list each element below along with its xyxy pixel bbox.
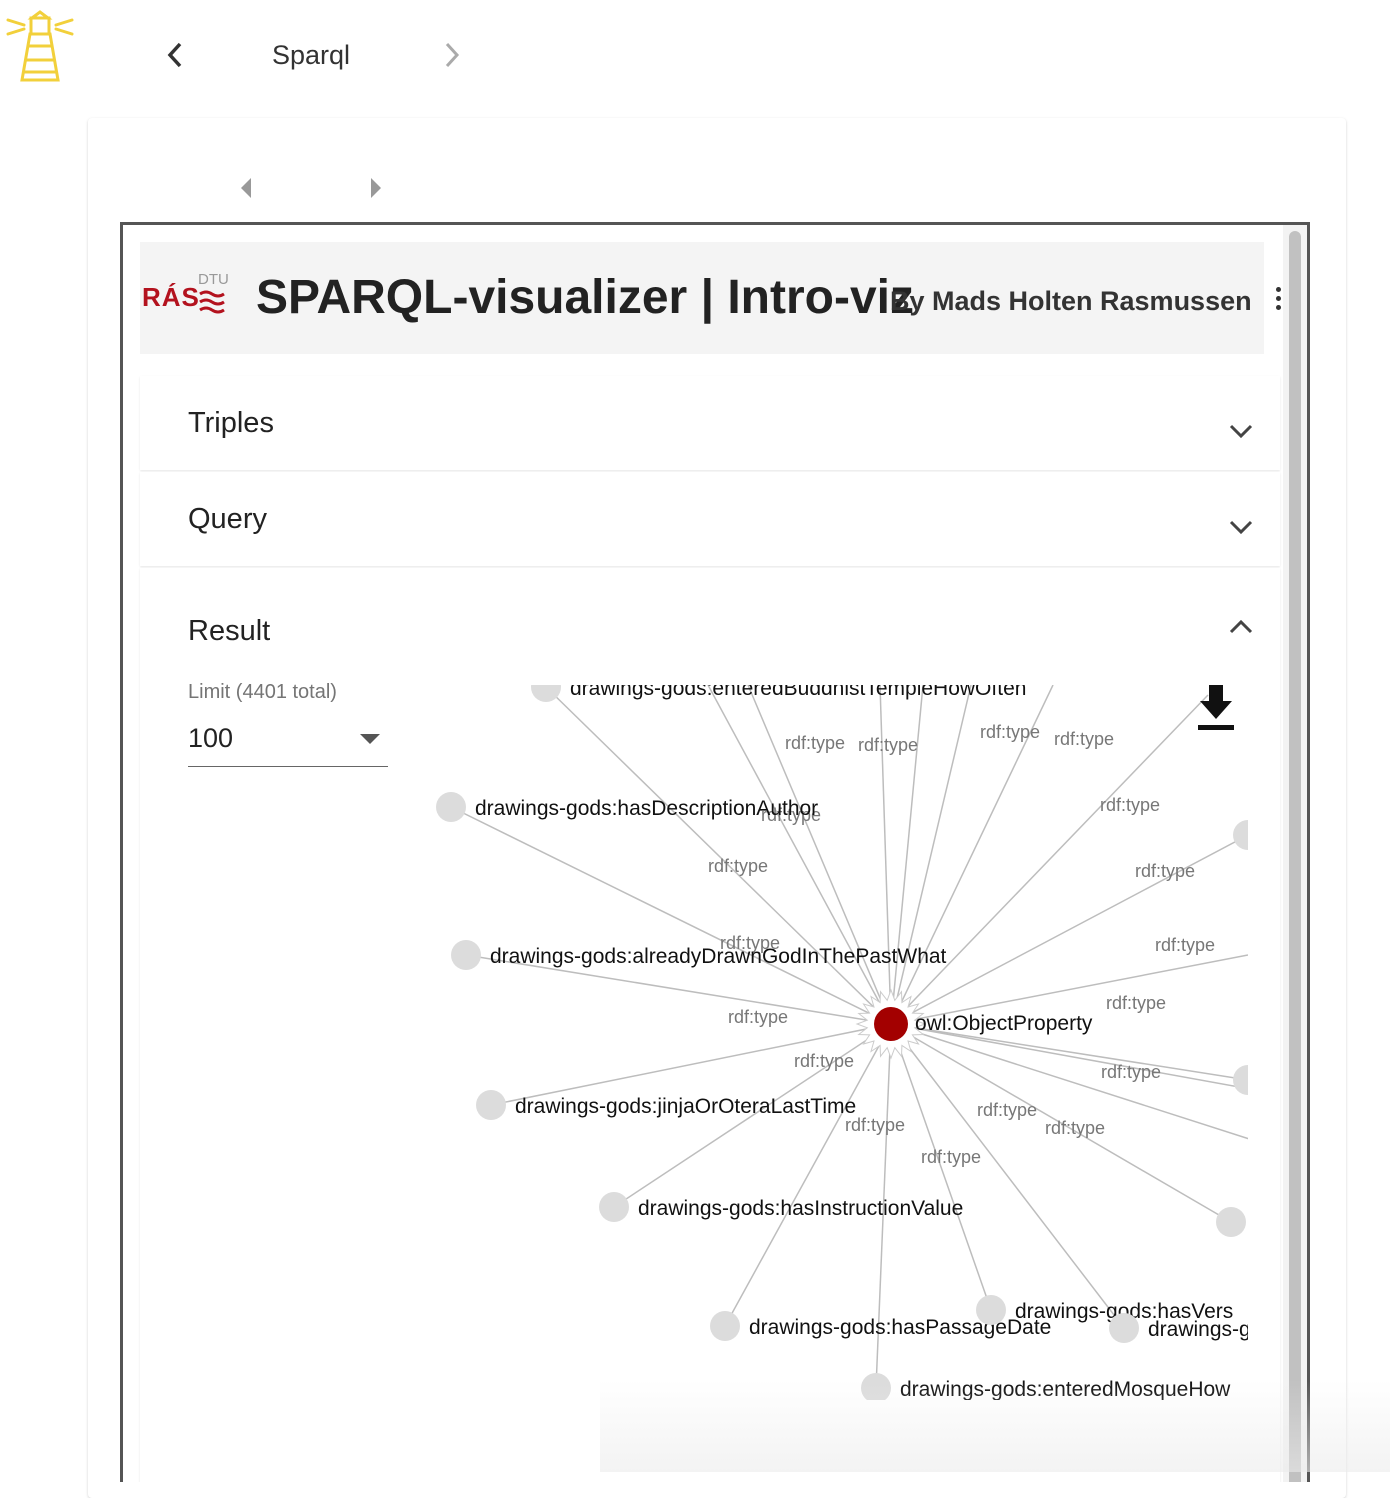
chevron-right-icon <box>445 42 460 68</box>
graph-node-label: drawings-g <box>1148 1318 1248 1341</box>
edge-label: rdf:type <box>921 1147 981 1167</box>
app-title: SPARQL-visualizer | Intro-viz <box>256 271 914 324</box>
page-title: Sparql <box>272 40 351 70</box>
center-node-label: owl:ObjectProperty <box>915 1012 1093 1035</box>
graph-edge <box>890 1023 992 1311</box>
graph-node[interactable] <box>710 1311 740 1341</box>
graph-node-label: drawings-gods:hasPassageDate <box>749 1316 1051 1339</box>
edge-label: rdf:type <box>728 1007 788 1027</box>
carousel-prev-button[interactable] <box>236 175 256 201</box>
app-header: RÁS DTU SPARQL-visualizer | Intro-viz By… <box>140 242 1264 354</box>
graph-edge <box>890 694 1209 1025</box>
edge-label: rdf:type <box>1101 1062 1161 1082</box>
graph-node[interactable] <box>976 1295 1006 1325</box>
panel-title-triples: Triples <box>188 407 274 439</box>
scrollbar[interactable] <box>1283 225 1307 1482</box>
edge-label: rdf:type <box>794 1051 854 1071</box>
graph-canvas[interactable]: rdf:type rdf:type rdf:type rdf:type rdf:type… <box>418 685 1248 1400</box>
edge-label: rdf:type <box>1106 993 1166 1013</box>
graph-node[interactable] <box>1216 1207 1246 1237</box>
edge-label: rdf:type <box>858 735 918 755</box>
ras-logo: RÁS <box>142 282 200 312</box>
graph-edge <box>890 1023 1125 1329</box>
limit-label: Limit (4401 total) <box>188 681 337 703</box>
center-node[interactable] <box>874 1007 908 1041</box>
chevron-up-icon[interactable] <box>1226 612 1256 642</box>
edge-label: rdf:type <box>1155 935 1215 955</box>
graph-node[interactable] <box>1233 820 1248 850</box>
limit-value: 100 <box>188 723 234 753</box>
limit-select[interactable]: 100 <box>188 718 388 767</box>
top-navigation-bar: Sparql <box>0 0 1390 110</box>
back-button[interactable] <box>158 38 192 72</box>
bottom-shadow <box>600 1380 1390 1472</box>
more-menu-button[interactable] <box>1273 283 1283 323</box>
result-graph[interactable]: rdf:type rdf:type rdf:type rdf:type rdf:type… <box>418 685 1248 1400</box>
caret-left-icon <box>241 178 251 198</box>
lighthouse-logo-icon <box>4 10 76 84</box>
edge-label: rdf:type <box>1045 1118 1105 1138</box>
panel-triples[interactable]: Triples <box>140 376 1280 470</box>
chevron-left-icon <box>167 42 182 68</box>
edge-label: rdf:type <box>1054 729 1114 749</box>
graph-node[interactable] <box>451 940 481 970</box>
dtu-mark-icon <box>199 290 225 314</box>
embedded-app-frame: RÁS DTU SPARQL-visualizer | Intro-viz By… <box>120 222 1310 1482</box>
more-vert-icon <box>1275 287 1281 292</box>
edge-label: rdf:type <box>1100 795 1160 815</box>
edge-label: rdf:type <box>708 856 768 876</box>
panel-query[interactable]: Query <box>140 472 1280 566</box>
edge-label: rdf:type <box>1135 861 1195 881</box>
carousel-next-button[interactable] <box>366 175 386 201</box>
dropdown-caret-icon <box>360 734 380 744</box>
caret-right-icon <box>371 178 381 198</box>
graph-node-label: drawings-gods:enteredBuddhistTempleHowOf… <box>570 685 1026 700</box>
app-author: By Mads Holten Rasmussen <box>890 286 1252 316</box>
chevron-down-icon[interactable] <box>1226 512 1256 542</box>
graph-node[interactable] <box>1109 1313 1139 1343</box>
graph-node[interactable] <box>599 1192 629 1222</box>
edge-label: rdf:type <box>977 1100 1037 1120</box>
download-icon <box>1198 685 1234 730</box>
graph-node[interactable] <box>531 685 561 702</box>
panel-result: Result Limit (4401 total) 100 rdf:type rd… <box>140 568 1280 1482</box>
edge-label: rdf:type <box>845 1115 905 1135</box>
panel-title-query: Query <box>188 503 267 535</box>
edge-label: rdf:type <box>785 733 845 753</box>
graph-node-label: drawings-gods:jinjaOrOteraLastTime <box>515 1095 856 1118</box>
graph-node-label: drawings-gods:hasInstructionValue <box>638 1197 963 1220</box>
forward-button[interactable] <box>435 38 469 72</box>
graph-edge <box>450 806 892 1025</box>
dtu-logo: DTU <box>198 272 229 320</box>
edge-label: rdf:type <box>980 722 1040 742</box>
graph-node-label: drawings-gods:alreadyDrawnGodInThePastWh… <box>490 945 947 968</box>
graph-node-label: drawings-gods:hasDescriptionAuthor <box>475 797 818 820</box>
graph-node[interactable] <box>476 1090 506 1120</box>
graph-node[interactable] <box>436 792 466 822</box>
graph-node[interactable] <box>1233 1065 1248 1095</box>
download-button[interactable] <box>1196 685 1236 735</box>
panel-title-result[interactable]: Result <box>188 614 270 648</box>
chevron-down-icon[interactable] <box>1226 416 1256 446</box>
scrollbar-thumb[interactable] <box>1289 231 1301 1482</box>
